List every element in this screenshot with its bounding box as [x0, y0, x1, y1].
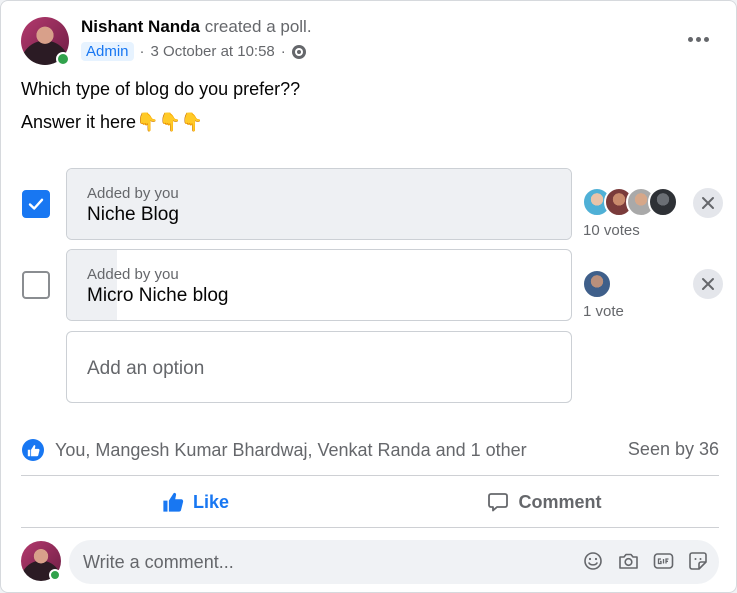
option-1-vote-count[interactable]: 10 votes: [583, 222, 640, 239]
comment-button[interactable]: Comment: [370, 483, 719, 521]
thumbs-up-icon: [27, 444, 39, 456]
post-header-title: Nishant Nanda created a poll.: [81, 17, 312, 37]
like-button[interactable]: Like: [21, 483, 370, 521]
divider: [21, 527, 719, 528]
sticker-button[interactable]: [687, 550, 709, 572]
option-2-vote-count[interactable]: 1 vote: [583, 303, 624, 320]
seen-count[interactable]: Seen by 36: [628, 439, 719, 460]
sticker-icon: [689, 552, 707, 570]
camera-icon: [618, 553, 638, 569]
post-instruction: Answer it here👇👇👇: [21, 112, 203, 133]
option-2-voter-avatars[interactable]: [582, 269, 612, 299]
option-label: Niche Blog: [87, 204, 179, 225]
post-timestamp[interactable]: 3 October at 10:58: [151, 43, 275, 60]
option-1-checkbox[interactable]: [22, 190, 50, 218]
reactions-summary[interactable]: You, Mangesh Kumar Bhardwaj, Venkat Rand…: [55, 440, 527, 461]
comment-placeholder: Write a comment...: [83, 552, 234, 572]
photo-button[interactable]: [617, 550, 639, 572]
composer-tools: [582, 550, 709, 572]
checkmark-icon: [28, 198, 44, 210]
comment-input[interactable]: Write a comment...: [69, 540, 719, 584]
post-question: Which type of blog do you prefer??: [21, 79, 301, 99]
meta-separator-2: ·: [280, 43, 286, 60]
dot-icon: [687, 36, 693, 42]
globe-icon: [291, 44, 306, 59]
admin-badge: Admin: [81, 42, 134, 61]
post-meta: Admin · 3 October at 10:58 ·: [81, 42, 306, 61]
post-action-text: created a poll.: [204, 17, 312, 36]
thumbs-up-icon: [163, 492, 184, 512]
voter-avatar[interactable]: [582, 269, 612, 299]
dot-icon: [695, 36, 701, 42]
gif-icon: [653, 553, 673, 569]
online-status-dot: [56, 52, 70, 66]
author-name[interactable]: Nishant Nanda: [81, 17, 200, 36]
post-instruction-text: Answer it here: [21, 112, 137, 132]
poll-option-2[interactable]: Added by you Micro Niche blog: [66, 249, 572, 321]
pointing-down-emoji-icon: 👇👇👇: [136, 112, 204, 132]
poll-post-card: Nishant Nanda created a poll. Admin · 3 …: [0, 0, 737, 593]
reactions-row: You, Mangesh Kumar Bhardwaj, Venkat Rand…: [21, 438, 719, 462]
emoji-button[interactable]: [582, 550, 604, 572]
dot-icon: [703, 36, 709, 42]
add-option-input[interactable]: Add an option: [66, 331, 572, 403]
divider: [21, 475, 719, 476]
option-1-voter-avatars[interactable]: [582, 187, 678, 217]
option-added-by: Added by you: [87, 266, 179, 283]
meta-separator: ·: [139, 43, 145, 60]
comment-bubble-icon: [488, 493, 509, 512]
like-label: Like: [192, 491, 230, 512]
poll-option-1[interactable]: Added by you Niche Blog: [66, 168, 572, 240]
option-2-remove-button[interactable]: [693, 269, 723, 299]
voter-avatar[interactable]: [648, 187, 678, 217]
gif-button[interactable]: [652, 550, 674, 572]
option-label: Micro Niche blog: [87, 285, 229, 306]
close-icon: [702, 278, 714, 290]
option-1-remove-button[interactable]: [693, 188, 723, 218]
online-status-dot: [49, 569, 61, 581]
smiley-icon: [584, 552, 602, 570]
comment-label: Comment: [518, 491, 602, 512]
option-added-by: Added by you: [87, 185, 179, 202]
option-2-checkbox[interactable]: [22, 271, 50, 299]
more-options-button[interactable]: [680, 25, 716, 53]
add-option-placeholder: Add an option: [87, 358, 205, 379]
close-icon: [702, 197, 714, 209]
like-reaction-icon[interactable]: [22, 439, 44, 461]
